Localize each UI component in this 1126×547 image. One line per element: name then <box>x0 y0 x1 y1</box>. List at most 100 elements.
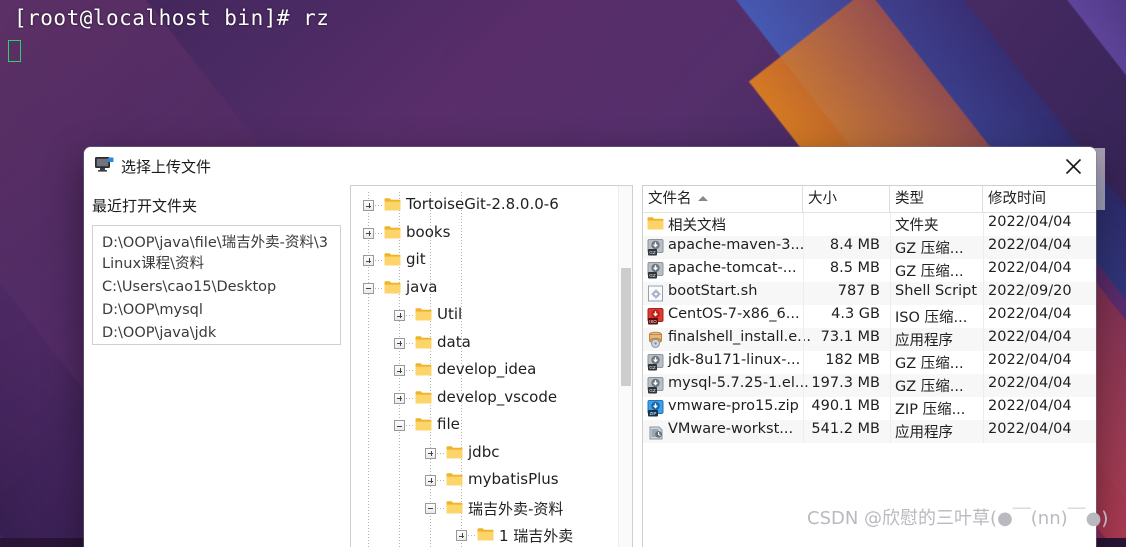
expand-plus-icon[interactable] <box>425 475 436 486</box>
tree-item-git[interactable]: git <box>351 247 621 275</box>
tree-item-data[interactable]: data <box>351 330 621 358</box>
cell-file-type: GZ 压缩... <box>895 264 964 280</box>
expand-plus-icon[interactable] <box>363 200 374 211</box>
column-header-1[interactable]: 大小 <box>803 186 890 212</box>
collapse-minus-icon[interactable] <box>425 502 436 514</box>
cell-file-date: 2022/04/04 <box>988 398 1072 414</box>
expand-plus-icon[interactable] <box>425 447 436 459</box>
tree-item-1-瑞吉外卖[interactable]: 1 瑞吉外卖 <box>351 522 621 547</box>
tree-item-java[interactable]: java <box>351 275 621 303</box>
shell-script-icon <box>647 285 664 302</box>
cell-file-size: 197.3 MB <box>811 375 880 391</box>
terminal-area[interactable]: [root@localhost bin]# rz <box>0 0 1126 80</box>
cell-file-name: mysql-5.7.25-1.el... <box>668 375 809 391</box>
expand-plus-icon[interactable] <box>363 227 374 239</box>
table-row[interactable]: GZ mysql-5.7.25-1.el... 197.3 MB GZ 压缩... 20… <box>643 374 1096 397</box>
table-row[interactable]: finalshell_install.e... 73.1 MB 应用程序 2022/0… <box>643 328 1096 351</box>
tree-item-file[interactable]: file <box>351 412 621 440</box>
folder-icon <box>415 417 432 431</box>
table-row[interactable]: bootStart.sh 787 B Shell Script 2022/09/20 <box>643 282 1096 305</box>
tree-item-util[interactable]: Util <box>351 302 621 330</box>
cell-file-date: 2022/04/04 <box>988 237 1072 253</box>
folder-tree-panel[interactable]: TortoiseGit-2.8.0.0-6 books git java Util dat… <box>350 185 633 547</box>
cell-file-type: 应用程序 <box>895 333 953 349</box>
monitor-icon <box>95 157 114 173</box>
tree-connector <box>406 397 414 399</box>
tree-item-瑞吉外卖-资料[interactable]: 瑞吉外卖-资料 <box>351 495 621 523</box>
cell-file-type: GZ 压缩... <box>895 356 964 372</box>
column-header-label: 修改时间 <box>988 191 1046 207</box>
table-row[interactable]: VMware-workst... 541.2 MB 应用程序 2022/04/04 <box>643 420 1096 443</box>
column-separator <box>803 213 804 236</box>
expand-plus-icon[interactable] <box>394 337 405 349</box>
column-separator <box>803 305 804 328</box>
expand-plus-icon[interactable] <box>394 310 405 321</box>
list-item[interactable]: D:\OOP\java\jdk <box>102 323 331 344</box>
folder-icon <box>415 362 432 376</box>
cell-file-size: 182 MB <box>825 352 880 368</box>
folder-tree[interactable]: TortoiseGit-2.8.0.0-6 books git java Util dat… <box>351 192 621 547</box>
column-separator <box>983 213 984 236</box>
collapse-minus-icon[interactable] <box>394 420 405 431</box>
cell-file-name: vmware-pro15.zip <box>668 398 799 414</box>
cell-file-size: 541.2 MB <box>811 421 880 437</box>
tree-item-tortoisegit-2-8-0-0-6[interactable]: TortoiseGit-2.8.0.0-6 <box>351 192 621 220</box>
cell-file-size: 490.1 MB <box>811 398 880 414</box>
table-row[interactable]: ZIP vmware-pro15.zip 490.1 MB ZIP 压缩... 2022… <box>643 397 1096 420</box>
sort-ascending-icon <box>697 196 708 201</box>
cell-file-size: 73.1 MB <box>820 329 880 345</box>
file-list-panel[interactable]: 文件名 大小 类型 修改时间 相关文档 文件夹 2022/04/04 GZ apache-ma… <box>642 185 1096 547</box>
tree-item-label: java <box>406 277 438 296</box>
tree-item-label: TortoiseGit-2.8.0.0-6 <box>406 195 559 213</box>
upload-file-dialog: 选择上传文件 最近打开文件夹 D:\OOP\java\file\瑞吉外卖-资料\… <box>84 147 1096 547</box>
svg-text:GZ: GZ <box>649 388 656 393</box>
table-row[interactable]: 相关文档 文件夹 2022/04/04 <box>643 213 1096 236</box>
tree-item-mybatisplus[interactable]: mybatisPlus <box>351 467 621 495</box>
tree-item-label: file <box>437 415 460 433</box>
list-item[interactable]: D:\OOP\java\file\瑞吉外卖-资料\3 Linux课程\资料 <box>102 233 331 275</box>
table-row[interactable]: GZ apache-maven-3... 8.4 MB GZ 压缩... 2022/04… <box>643 236 1096 259</box>
svg-text:GZ: GZ <box>649 250 656 255</box>
column-header-0[interactable]: 文件名 <box>643 186 803 212</box>
close-icon[interactable] <box>1050 147 1096 185</box>
expand-plus-icon[interactable] <box>456 530 467 541</box>
column-separator <box>983 305 984 328</box>
expand-plus-icon[interactable] <box>363 255 374 266</box>
column-header-3[interactable]: 修改时间 <box>983 186 1096 212</box>
folder-icon <box>384 225 401 239</box>
tree-item-label: books <box>406 222 451 241</box>
tree-item-label: mybatisPlus <box>468 470 559 488</box>
list-item[interactable]: C:\Users\cao15\Desktop <box>102 277 331 298</box>
dialog-titlebar[interactable]: 选择上传文件 <box>84 147 1096 185</box>
tree-connector <box>437 507 445 509</box>
file-list-body[interactable]: 相关文档 文件夹 2022/04/04 GZ apache-maven-3... 8.4 … <box>643 213 1096 443</box>
table-row[interactable]: GZ apache-tomcat-... 8.5 MB GZ 压缩... 2022/04… <box>643 259 1096 282</box>
tree-scrollbar[interactable] <box>618 186 632 547</box>
tree-item-label: data <box>437 332 471 351</box>
column-header-2[interactable]: 类型 <box>890 186 983 212</box>
expand-plus-icon[interactable] <box>394 365 405 376</box>
folder-icon <box>647 216 664 233</box>
column-header-label: 大小 <box>808 191 837 207</box>
folder-icon <box>384 252 401 266</box>
column-separator <box>983 397 984 420</box>
cell-file-type: ZIP 压缩... <box>895 402 966 418</box>
cell-file-size: 8.4 MB <box>829 237 880 253</box>
column-separator <box>890 236 891 259</box>
cell-file-date: 2022/04/04 <box>988 352 1072 368</box>
expand-plus-icon[interactable] <box>394 392 405 404</box>
list-item[interactable]: D:\OOP\mysql <box>102 300 331 321</box>
recent-folders-list[interactable]: D:\OOP\java\file\瑞吉外卖-资料\3 Linux课程\资料 C:… <box>92 225 341 345</box>
tree-connector <box>406 342 414 344</box>
tree-item-jdbc[interactable]: jdbc <box>351 440 621 468</box>
cell-file-name: jdk-8u171-linux-... <box>668 352 801 368</box>
table-row[interactable]: ISO CentOS-7-x86_6... 4.3 GB ISO 压缩... 2022/… <box>643 305 1096 328</box>
tree-scrollbar-thumb[interactable] <box>621 268 631 386</box>
tree-item-books[interactable]: books <box>351 220 621 248</box>
file-list-header[interactable]: 文件名 大小 类型 修改时间 <box>643 186 1096 213</box>
tree-item-develop_vscode[interactable]: develop_vscode <box>351 385 621 413</box>
table-row[interactable]: GZ jdk-8u171-linux-... 182 MB GZ 压缩... 2022/… <box>643 351 1096 374</box>
collapse-minus-icon[interactable] <box>363 282 374 294</box>
tree-item-develop_idea[interactable]: develop_idea <box>351 357 621 385</box>
column-separator <box>803 282 804 305</box>
